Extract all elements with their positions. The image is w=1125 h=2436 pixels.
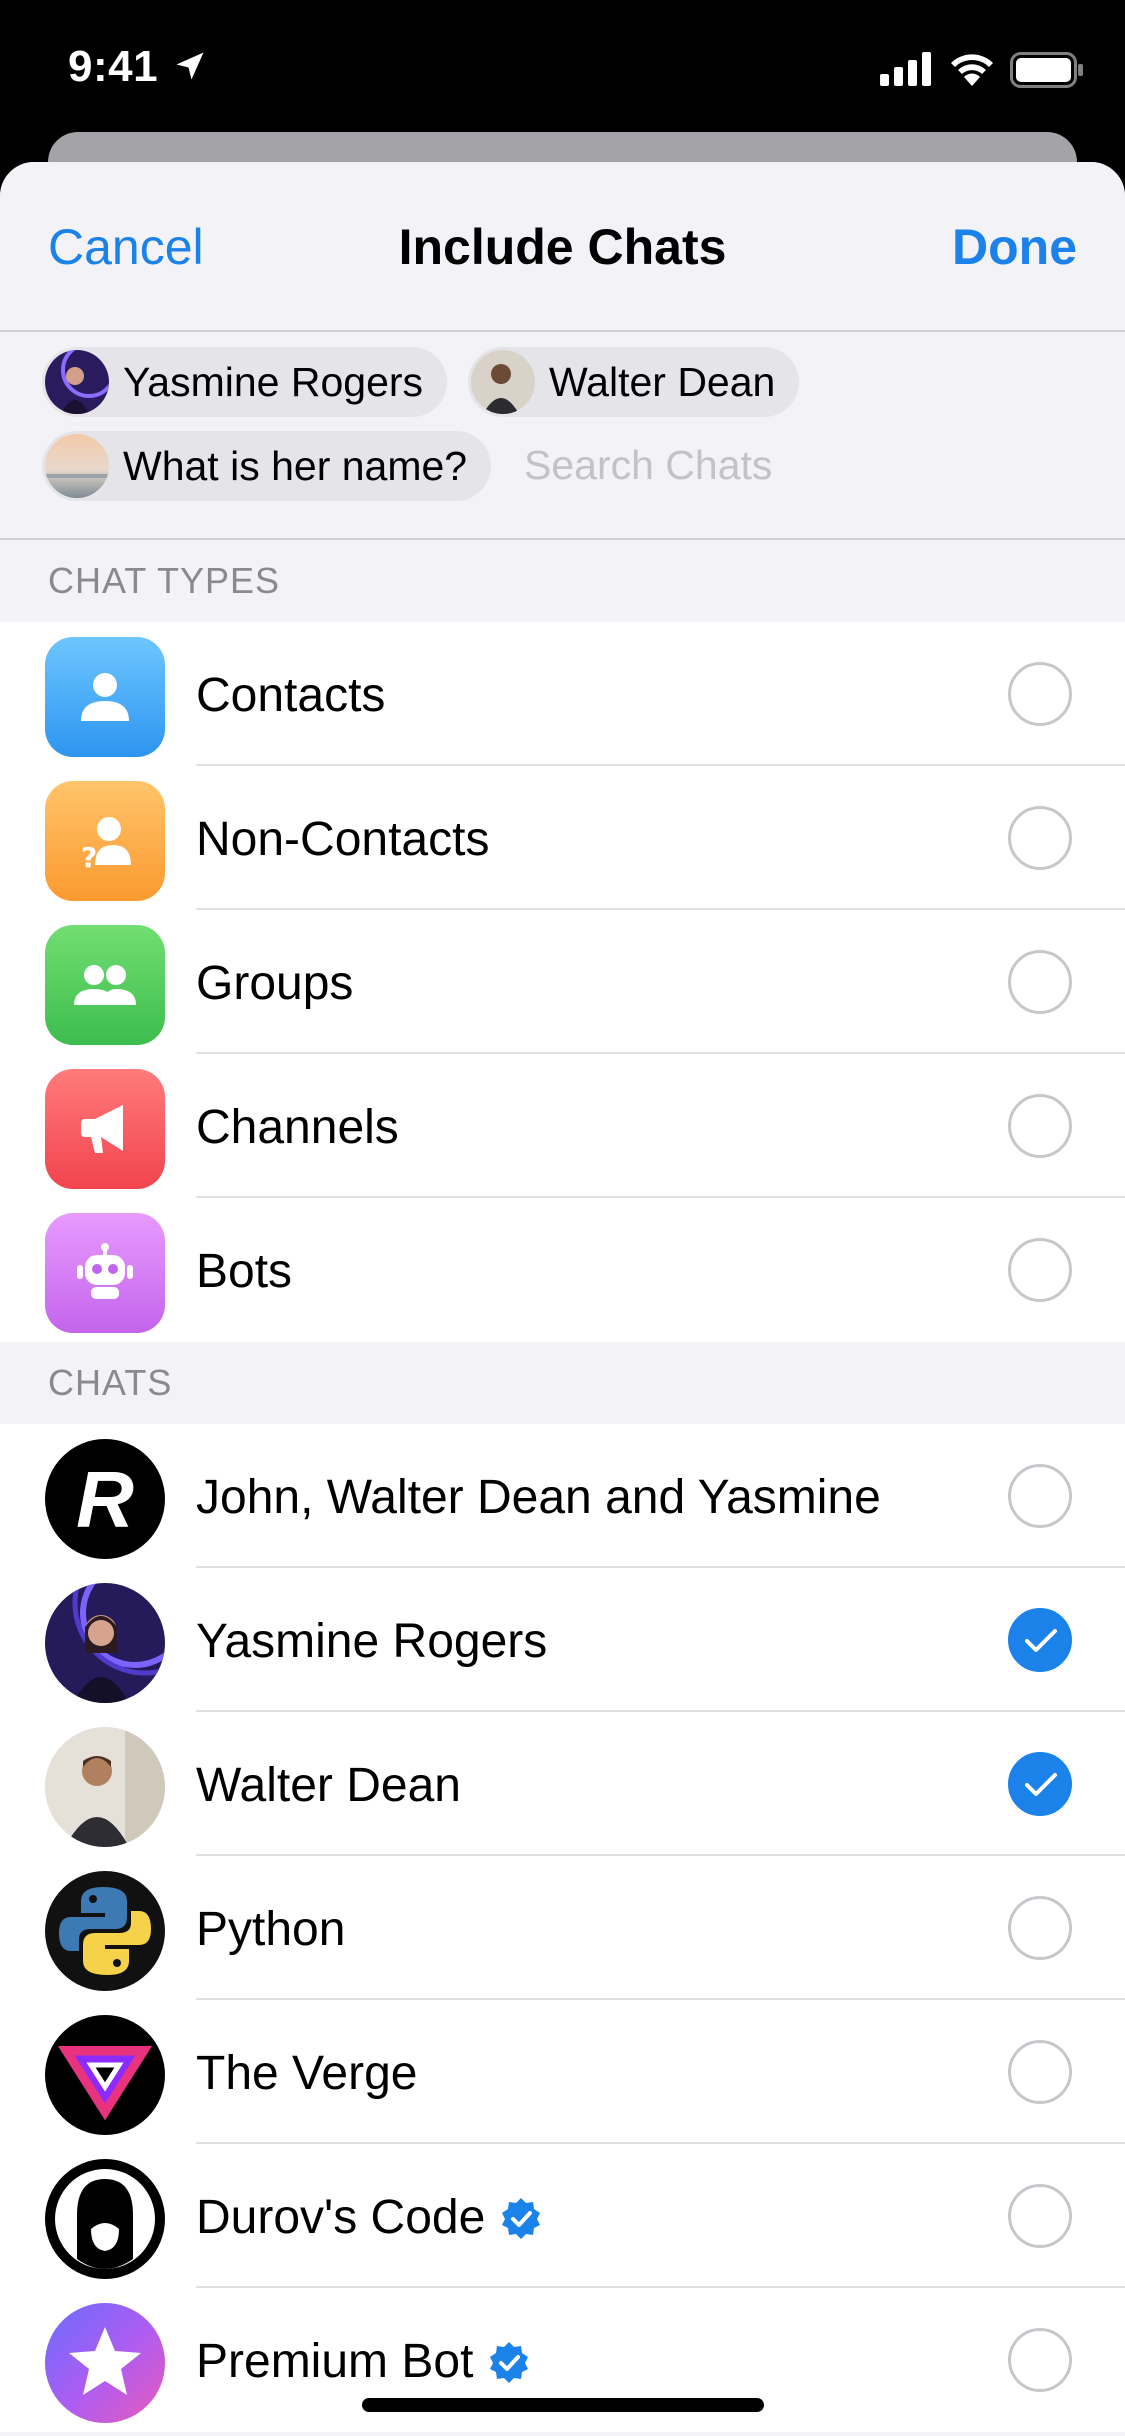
person-icon <box>45 637 165 757</box>
section-header-chat-types: CHAT TYPES <box>0 540 1125 622</box>
search-input[interactable]: Search Chats <box>524 442 772 489</box>
person-question-icon: ? <box>45 781 165 901</box>
checkmark-icon <box>1025 1629 1057 1652</box>
checkbox[interactable] <box>1008 1464 1072 1528</box>
row-label: Python <box>196 1903 346 1956</box>
chip-label: What is her name? <box>123 442 468 489</box>
chip-label: Walter Dean <box>549 358 776 405</box>
checkmark-icon <box>1025 1773 1057 1796</box>
verified-badge-icon <box>502 2197 541 2239</box>
row-label: Bots <box>196 1245 293 1298</box>
avatar <box>45 1727 165 1847</box>
avatar <box>45 2015 165 2135</box>
checkbox[interactable] <box>1008 950 1072 1014</box>
include-chats-sheet: Include Chats Cancel Done Yasmine Rogers <box>0 162 1125 2436</box>
robot-icon <box>45 1213 165 1333</box>
chat-type-channels[interactable]: Channels <box>0 1054 1125 1198</box>
status-time: 9:41 <box>68 42 159 91</box>
home-indicator[interactable] <box>362 2398 764 2412</box>
section-title: CHAT TYPES <box>48 560 281 601</box>
chats-list: R John, Walter Dean and Yasmine Yasmine … <box>0 1424 1125 2432</box>
avatar <box>45 434 109 498</box>
group-icon <box>45 925 165 1045</box>
chat-row-durovs-code[interactable]: Durov's Code <box>0 2144 1125 2288</box>
checkbox-checked[interactable] <box>1008 1608 1072 1672</box>
cellular-signal-icon <box>880 52 931 86</box>
megaphone-icon <box>45 1069 165 1189</box>
section-title: CHATS <box>48 1362 173 1403</box>
checkbox[interactable] <box>1008 2328 1072 2392</box>
chat-type-contacts[interactable]: Contacts <box>0 622 1125 766</box>
avatar <box>45 1583 165 1703</box>
row-label: Channels <box>196 1101 399 1154</box>
avatar <box>45 350 109 414</box>
chip-label: Yasmine Rogers <box>123 358 424 405</box>
checkbox[interactable] <box>1008 1238 1072 1302</box>
chip-yasmine-rogers[interactable]: Yasmine Rogers <box>42 347 448 417</box>
chat-type-groups[interactable]: Groups <box>0 910 1125 1054</box>
chat-type-bots[interactable]: Bots <box>0 1198 1125 1342</box>
checkbox[interactable] <box>1008 662 1072 726</box>
selected-chats-field[interactable]: Yasmine Rogers Walter Dean What is her n… <box>0 332 1125 538</box>
done-button[interactable]: Done <box>952 218 1077 276</box>
row-label: Walter Dean <box>196 1759 461 1812</box>
row-label-with-badge: Durov's Code <box>196 2190 543 2245</box>
battery-icon <box>1010 52 1083 88</box>
avatar <box>45 1871 165 1991</box>
chat-row-john-walter-yasmine[interactable]: R John, Walter Dean and Yasmine <box>0 1424 1125 1568</box>
row-label: Groups <box>196 957 354 1010</box>
wifi-icon <box>951 54 993 86</box>
chat-types-list: Contacts ? Non-Contacts Groups Channels <box>0 622 1125 1342</box>
row-label: Contacts <box>196 669 386 722</box>
checkbox[interactable] <box>1008 806 1072 870</box>
checkbox-checked[interactable] <box>1008 1752 1072 1816</box>
row-label: Non-Contacts <box>196 813 490 866</box>
svg-text:R: R <box>76 1455 134 1544</box>
row-label: Durov's Code <box>196 2191 486 2244</box>
checkbox[interactable] <box>1008 1094 1072 1158</box>
chat-row-the-verge[interactable]: The Verge <box>0 2000 1125 2144</box>
checkbox[interactable] <box>1008 2184 1072 2248</box>
row-label: Premium Bot <box>196 2335 474 2388</box>
navigation-bar: Include Chats Cancel Done <box>0 162 1125 330</box>
cancel-button[interactable]: Cancel <box>48 218 204 276</box>
chat-type-non-contacts[interactable]: ? Non-Contacts <box>0 766 1125 910</box>
row-label: Yasmine Rogers <box>196 1615 548 1668</box>
section-header-chats: CHATS <box>0 1342 1125 1424</box>
chip-what-is-her-name[interactable]: What is her name? <box>42 431 492 501</box>
checkbox[interactable] <box>1008 1896 1072 1960</box>
chat-row-walter-dean[interactable]: Walter Dean <box>0 1712 1125 1856</box>
avatar <box>471 350 535 414</box>
row-label: The Verge <box>196 2047 418 2100</box>
avatar <box>45 2303 165 2423</box>
chat-row-yasmine-rogers[interactable]: Yasmine Rogers <box>0 1568 1125 1712</box>
location-arrow-icon <box>176 52 204 80</box>
verified-badge-icon <box>490 2341 529 2383</box>
avatar: R <box>45 1439 165 1559</box>
row-label-with-badge: Premium Bot <box>196 2334 531 2389</box>
avatar <box>45 2159 165 2279</box>
status-bar: 9:41 <box>0 0 1125 150</box>
chat-row-python[interactable]: Python <box>0 1856 1125 2000</box>
chip-walter-dean[interactable]: Walter Dean <box>468 347 800 417</box>
checkbox[interactable] <box>1008 2040 1072 2104</box>
svg-text:?: ? <box>81 841 97 873</box>
row-label: John, Walter Dean and Yasmine <box>196 1471 881 1524</box>
